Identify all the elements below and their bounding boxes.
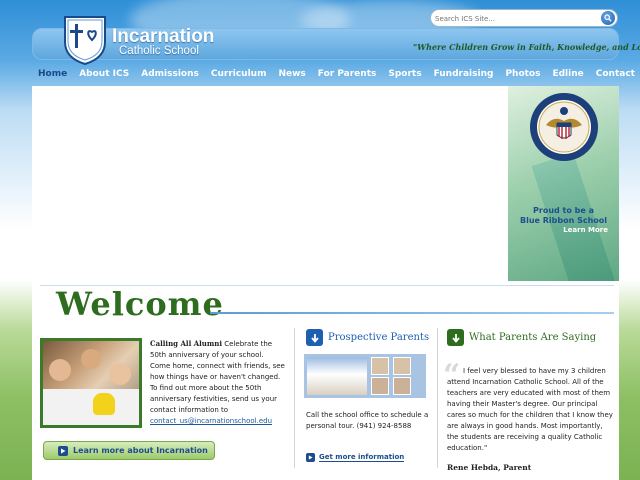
play-icon [306,453,315,462]
school-tagline: "Where Children Grow in Faith, Knowledge… [413,42,640,52]
prospective-parents-text: Call the school office to schedule a per… [306,411,429,430]
nav-item-home[interactable]: Home [32,69,73,79]
column-divider [294,328,295,468]
parents-saying-title: What Parents Are Saying [469,332,597,343]
prospective-parents-header: Prospective Parents [306,329,429,346]
nav-item-about[interactable]: About ICS [73,69,135,79]
students-group-photo [307,357,367,395]
banner-line2: Blue Ribbon School [519,216,607,225]
down-arrow-icon [306,329,323,346]
nav-item-sports[interactable]: Sports [382,69,427,79]
banner-line1: Proud to be a [533,206,594,215]
main-nav: Home About ICS Admissions Curriculum New… [32,64,635,84]
nav-item-admissions[interactable]: Admissions [135,69,205,79]
alumni-photo [40,338,142,428]
student-thumb [371,377,389,395]
student-thumb [371,357,389,375]
nav-item-edline[interactable]: Edline [546,69,589,79]
department-of-education-seal-icon [530,93,598,161]
search-button[interactable] [601,11,615,25]
testimonial-author: Rene Hebda, Parent [447,463,532,472]
child-figure [49,359,71,381]
search-input[interactable] [435,12,595,25]
learn-more-label: Learn more about Incarnation [73,446,208,455]
search-box [430,9,618,27]
alumni-text: Calling All Alumni Celebrate the 50th an… [150,338,285,427]
play-icon [58,445,68,456]
nav-item-photos[interactable]: Photos [499,69,546,79]
parents-saying-header: What Parents Are Saying [447,329,596,346]
get-more-information-label: Get more information [319,453,405,462]
students-photo-strip [304,354,426,398]
welcome-heading: Welcome [56,285,224,323]
student-thumb [393,357,411,375]
nav-item-fundraising[interactable]: Fundraising [428,69,500,79]
banner-learn-more-link[interactable]: Learn More [508,226,608,234]
alumni-heading: Calling All Alumni [150,339,223,348]
get-more-information-link[interactable]: Get more information [306,453,405,462]
child-figure [81,349,101,369]
yellow-bell [93,393,115,415]
parent-testimonial: I feel very blessed to have my 3 childre… [447,367,613,452]
search-icon [604,14,612,22]
school-subtitle[interactable]: Catholic School [119,45,199,57]
school-logo-icon[interactable] [62,14,108,66]
blue-ribbon-banner[interactable]: Proud to be a Blue Ribbon School Learn M… [508,86,619,281]
learn-more-about-button[interactable]: Learn more about Incarnation [43,441,215,460]
child-figure [109,363,131,385]
contact-email-link[interactable]: contact_us@incarnationschool.edu [150,417,272,425]
student-thumb [393,377,411,395]
prospective-parents-title: Prospective Parents [328,332,430,343]
column-divider [437,328,438,468]
nav-item-contact[interactable]: Contact [590,69,640,79]
nav-item-for-parents[interactable]: For Parents [312,69,383,79]
nav-item-curriculum[interactable]: Curriculum [205,69,273,79]
down-arrow-icon [447,329,464,346]
welcome-underline [210,312,614,314]
alumni-body: Celebrate the 50th anniversary of your s… [150,340,285,414]
nav-item-news[interactable]: News [272,69,311,79]
